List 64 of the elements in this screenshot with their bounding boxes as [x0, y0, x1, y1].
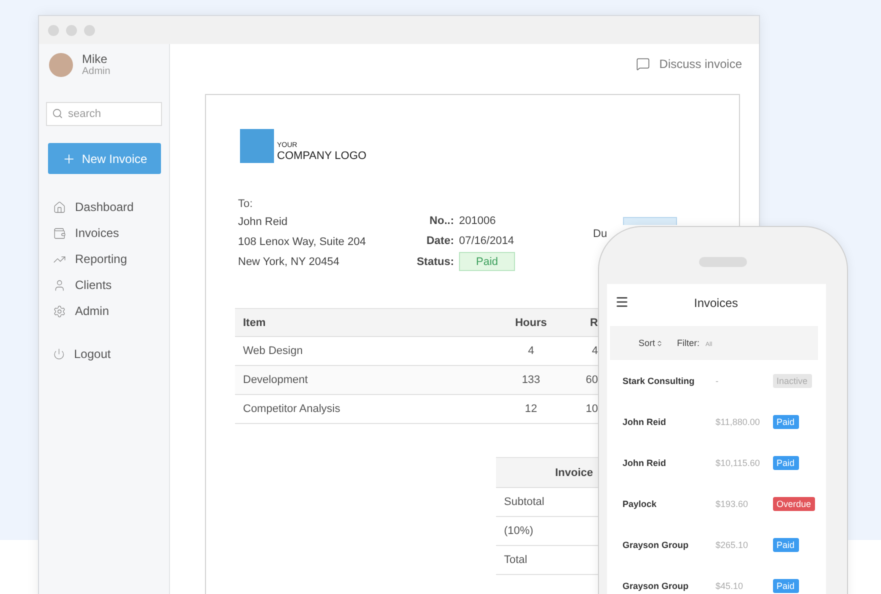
- status-badge: Overdue: [772, 496, 816, 510]
- user-name: Mike: [82, 53, 108, 66]
- client-name: John Reid: [622, 416, 668, 426]
- status-badge: Paid: [772, 578, 799, 592]
- column-header: R: [567, 308, 598, 337]
- status-badge: Paid: [772, 538, 799, 552]
- nav-icon: [53, 200, 66, 214]
- sort-icon: [656, 340, 664, 346]
- meta-label: Status:: [416, 254, 454, 270]
- invoice-amount: -: [716, 376, 720, 386]
- address-line: New York, NY 20454: [238, 255, 340, 270]
- invoice-amount: $10,115.60: [716, 458, 761, 468]
- nav-icon: [53, 278, 66, 292]
- meta-value: 07/16/2014: [459, 234, 515, 249]
- nav-item[interactable]: Reporting: [53, 246, 128, 272]
- chat-icon: [636, 57, 650, 71]
- meta-label: No..:: [428, 214, 454, 229]
- logo-text: COMPANY LOGO: [277, 150, 366, 162]
- nav-item[interactable]: Admin: [53, 298, 110, 324]
- status-badge: Paid: [459, 252, 515, 271]
- power-icon: [53, 348, 65, 360]
- invoice-amount: $45.10: [716, 580, 744, 590]
- window-control-icon[interactable]: [84, 24, 95, 36]
- client-name: Grayson Group: [622, 580, 690, 590]
- status-badge: Inactive: [772, 374, 812, 388]
- nav-item[interactable]: Dashboard: [53, 194, 134, 220]
- window-control-icon[interactable]: [66, 24, 77, 36]
- user-role: Admin: [82, 66, 110, 78]
- nav-item[interactable]: Invoices: [53, 220, 120, 246]
- invoice-amount: $11,880.00: [716, 416, 761, 426]
- address-line: John Reid: [238, 215, 289, 230]
- search-field[interactable]: search: [46, 102, 162, 126]
- client-name: Grayson Group: [622, 540, 690, 550]
- logout-link[interactable]: Logout: [53, 341, 111, 367]
- due-label: Du: [593, 228, 608, 242]
- address-line: 108 Lenox Way, Suite 204: [238, 235, 367, 250]
- meta-value: 201006: [459, 214, 497, 229]
- to-label: To:: [238, 197, 254, 212]
- invoice-amount: $193.60: [716, 498, 750, 508]
- status-badge: Paid: [772, 456, 799, 470]
- invoice-amount: $265.10: [716, 540, 750, 550]
- logo-square: [240, 129, 274, 163]
- status-badge: Paid: [772, 414, 799, 428]
- discuss-invoice-link[interactable]: Discuss invoice: [636, 57, 742, 71]
- nav-icon: [53, 226, 66, 240]
- plus-icon: [62, 152, 76, 166]
- table-cell: 60: [567, 366, 598, 395]
- client-name: Stark Consulting: [622, 376, 696, 386]
- client-name: Paylock: [622, 498, 658, 508]
- client-name: John Reid: [622, 458, 668, 468]
- avatar: [49, 53, 73, 77]
- column-header: Item: [235, 308, 495, 337]
- nav-item[interactable]: Clients: [53, 272, 112, 298]
- table-cell: 133: [495, 366, 567, 395]
- nav-icon: [53, 304, 66, 318]
- search-icon: [52, 108, 63, 119]
- meta-label: Date:: [425, 234, 454, 249]
- sort-button[interactable]: Sort: [638, 338, 664, 348]
- window-control-icon[interactable]: [48, 24, 59, 36]
- screen-title: Invoices: [694, 296, 738, 310]
- column-header: Hours: [495, 308, 567, 337]
- summary-header: Invoice: [496, 457, 598, 488]
- table-cell: Development: [235, 366, 495, 395]
- menu-icon[interactable]: [614, 295, 628, 309]
